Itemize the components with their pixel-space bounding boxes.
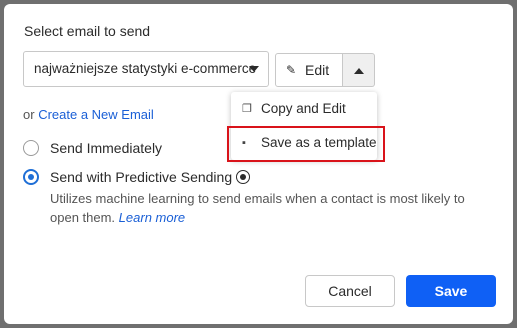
copy-icon: ❐ [242,103,252,115]
edit-button[interactable]: ✎ Edit [275,53,343,87]
create-email-line: or Create a New Email [23,107,154,122]
menu-item-label: Copy and Edit [261,101,346,116]
chevron-down-icon [249,66,259,72]
select-email-label: Select email to send [24,23,151,39]
email-select[interactable]: najważniejsze statystyki e-commerce [23,51,269,87]
menu-item-copy-and-edit[interactable]: ❐ Copy and Edit [231,94,377,124]
predictive-sending-description: Utilizes machine learning to send emails… [50,189,470,227]
save-button[interactable]: Save [406,275,496,307]
edit-button-label: Edit [305,62,330,78]
chevron-up-icon [354,68,364,74]
learn-more-link[interactable]: Learn more [119,210,185,225]
or-text: or [23,107,35,122]
create-new-email-link[interactable]: Create a New Email [38,107,154,122]
send-immediately-label[interactable]: Send Immediately [50,140,162,156]
selected-email-value: najważniejsze statystyki e-commerce [34,61,257,76]
predictive-sending-label[interactable]: Send with Predictive Sending [50,169,232,185]
description-text: Utilizes machine learning to send emails… [50,191,465,225]
cancel-button[interactable]: Cancel [305,275,395,307]
send-email-dialog: Select email to send najważniejsze staty… [4,4,513,324]
edit-options-toggle[interactable] [343,53,375,87]
highlight-box [227,126,385,162]
send-immediately-radio[interactable] [23,140,39,156]
predictive-sending-label-row: Send with Predictive Sending [50,169,251,185]
predictive-sending-icon [236,170,251,184]
predictive-sending-radio[interactable] [23,169,39,185]
pencil-icon: ✎ [286,63,297,77]
